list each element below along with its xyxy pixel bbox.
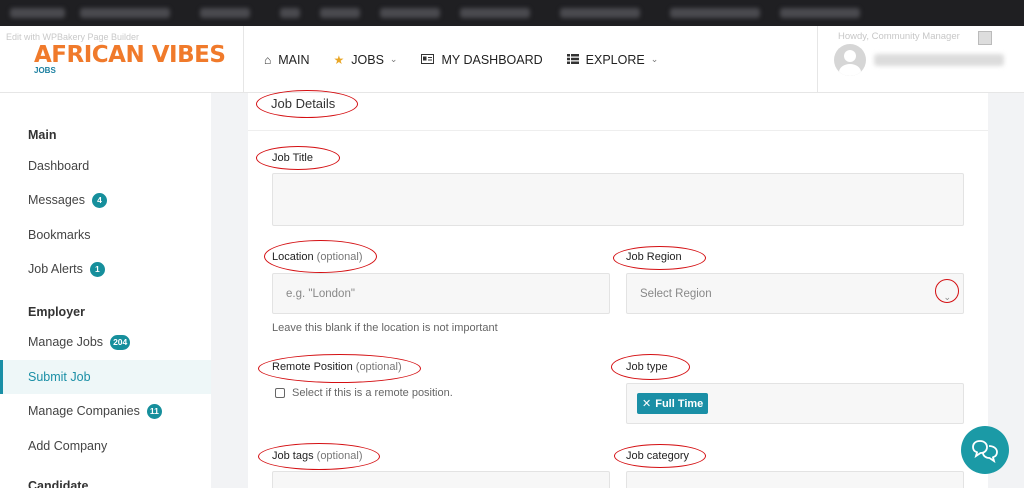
remote-position-checkbox[interactable] (275, 388, 285, 398)
id-card-icon (421, 53, 435, 67)
sidebar-item-label: Submit Job (28, 370, 91, 384)
sidebar-item-manage-jobs[interactable]: Manage Jobs 204 (0, 325, 211, 359)
sidebar-item-job-alerts[interactable]: Job Alerts 1 (0, 252, 211, 286)
chat-button[interactable] (961, 426, 1009, 474)
job-region-label: Job Region (626, 251, 682, 263)
sidebar-item-label: Add Company (28, 439, 108, 453)
main-nav: ⌂ MAIN ★ JOBS ⌄ MY DASHBOARD EXPLORE ⌄ (264, 26, 682, 93)
nav-jobs-label: JOBS (351, 52, 384, 67)
sidebar-item-submit-job[interactable]: Submit Job (0, 360, 211, 394)
job-details-card: Job Details Job Title Location (optional… (248, 93, 988, 488)
home-icon: ⌂ (264, 52, 272, 67)
job-title-label: Job Title (272, 152, 313, 164)
location-helper-text: Leave this blank if the location is not … (272, 322, 498, 334)
count-badge: 11 (146, 403, 162, 419)
sidebar-section-candidate: Candidate (28, 479, 89, 488)
admin-avatar-icon (978, 31, 992, 45)
sidebar-item-label: Dashboard (28, 159, 90, 173)
chevron-down-icon: ⌄ (650, 54, 659, 64)
howdy-text[interactable]: Howdy, Community Manager (838, 31, 960, 42)
nav-main-label: MAIN (278, 52, 310, 67)
sidebar-item-label: Bookmarks (28, 228, 91, 242)
edit-with-link[interactable]: Edit with WPBakery Page Builder (6, 32, 139, 42)
chevron-down-icon: ⌄ (943, 292, 951, 302)
chat-bubbles-icon (972, 440, 998, 463)
job-type-tag-label: Full Time (655, 397, 704, 410)
site-logo[interactable]: AFRICAN VIBES (34, 42, 226, 68)
site-logo-sub: JOBS (34, 66, 56, 75)
count-badge: 204 (110, 334, 131, 350)
job-type-label: Job type (626, 361, 668, 373)
sidebar-section-employer: Employer (28, 305, 85, 319)
sidebar-item-dashboard[interactable]: Dashboard (0, 149, 211, 183)
nav-explore[interactable]: EXPLORE ⌄ (566, 52, 659, 67)
page-title: Job Details (271, 96, 336, 111)
job-category-label: Job category (626, 450, 689, 462)
sidebar-item-bookmarks[interactable]: Bookmarks (0, 218, 211, 252)
location-label: Location (optional) (272, 251, 363, 263)
sidebar-item-label: Job Alerts (28, 262, 83, 276)
card-header: Job Details (248, 93, 988, 131)
location-placeholder: e.g. "London" (286, 287, 355, 300)
nav-main[interactable]: ⌂ MAIN (264, 53, 310, 67)
job-tags-input[interactable] (272, 471, 610, 488)
user-profile[interactable]: Howdy, Community Manager (817, 26, 1024, 93)
sidebar-item-add-company[interactable]: Add Company (0, 429, 211, 463)
sidebar-item-messages[interactable]: Messages 4 (0, 183, 211, 217)
job-type-select[interactable]: ✕ Full Time (626, 383, 964, 424)
nav-explore-label: EXPLORE (585, 52, 645, 67)
nav-my-dashboard[interactable]: MY DASHBOARD (421, 52, 543, 67)
remote-position-row: Select if this is a remote position. (275, 387, 453, 399)
location-input[interactable]: e.g. "London" (272, 273, 610, 314)
job-region-placeholder: Select Region (640, 287, 712, 300)
remote-position-label: Remote Position (optional) (272, 361, 402, 373)
count-badge: 1 (89, 261, 105, 277)
count-badge: 4 (91, 192, 107, 208)
chevron-down-icon: ⌄ (389, 54, 398, 64)
job-region-select[interactable]: Select Region ⌄ (626, 273, 964, 314)
job-type-tag[interactable]: ✕ Full Time (637, 393, 709, 414)
star-icon: ★ (333, 52, 345, 67)
sidebar-section-main: Main (28, 128, 57, 142)
sidebar-item-label: Manage Jobs (28, 335, 104, 349)
sidebar-item-label: Manage Companies (28, 404, 140, 418)
site-header: Edit with WPBakery Page Builder AFRICAN … (0, 26, 1024, 93)
job-title-input[interactable] (272, 173, 964, 226)
dashboard-sidebar: Main Dashboard Messages 4 Bookmarks Job … (0, 93, 211, 488)
list-icon (566, 53, 579, 67)
user-name-blurred (874, 54, 1004, 66)
sidebar-item-label: Messages (28, 193, 85, 207)
remote-position-checkbox-label[interactable]: Select if this is a remote position. (292, 387, 453, 399)
sidebar-item-manage-companies[interactable]: Manage Companies 11 (0, 394, 211, 428)
avatar[interactable] (834, 44, 866, 76)
nav-jobs[interactable]: ★ JOBS ⌄ (334, 53, 398, 67)
logo-area: Edit with WPBakery Page Builder AFRICAN … (0, 26, 244, 93)
nav-dashboard-label: MY DASHBOARD (441, 52, 543, 67)
job-category-select[interactable] (626, 471, 964, 488)
remove-tag-icon[interactable]: ✕ (642, 397, 651, 410)
admin-bar (0, 0, 1024, 26)
job-tags-label: Job tags (optional) (272, 450, 363, 462)
